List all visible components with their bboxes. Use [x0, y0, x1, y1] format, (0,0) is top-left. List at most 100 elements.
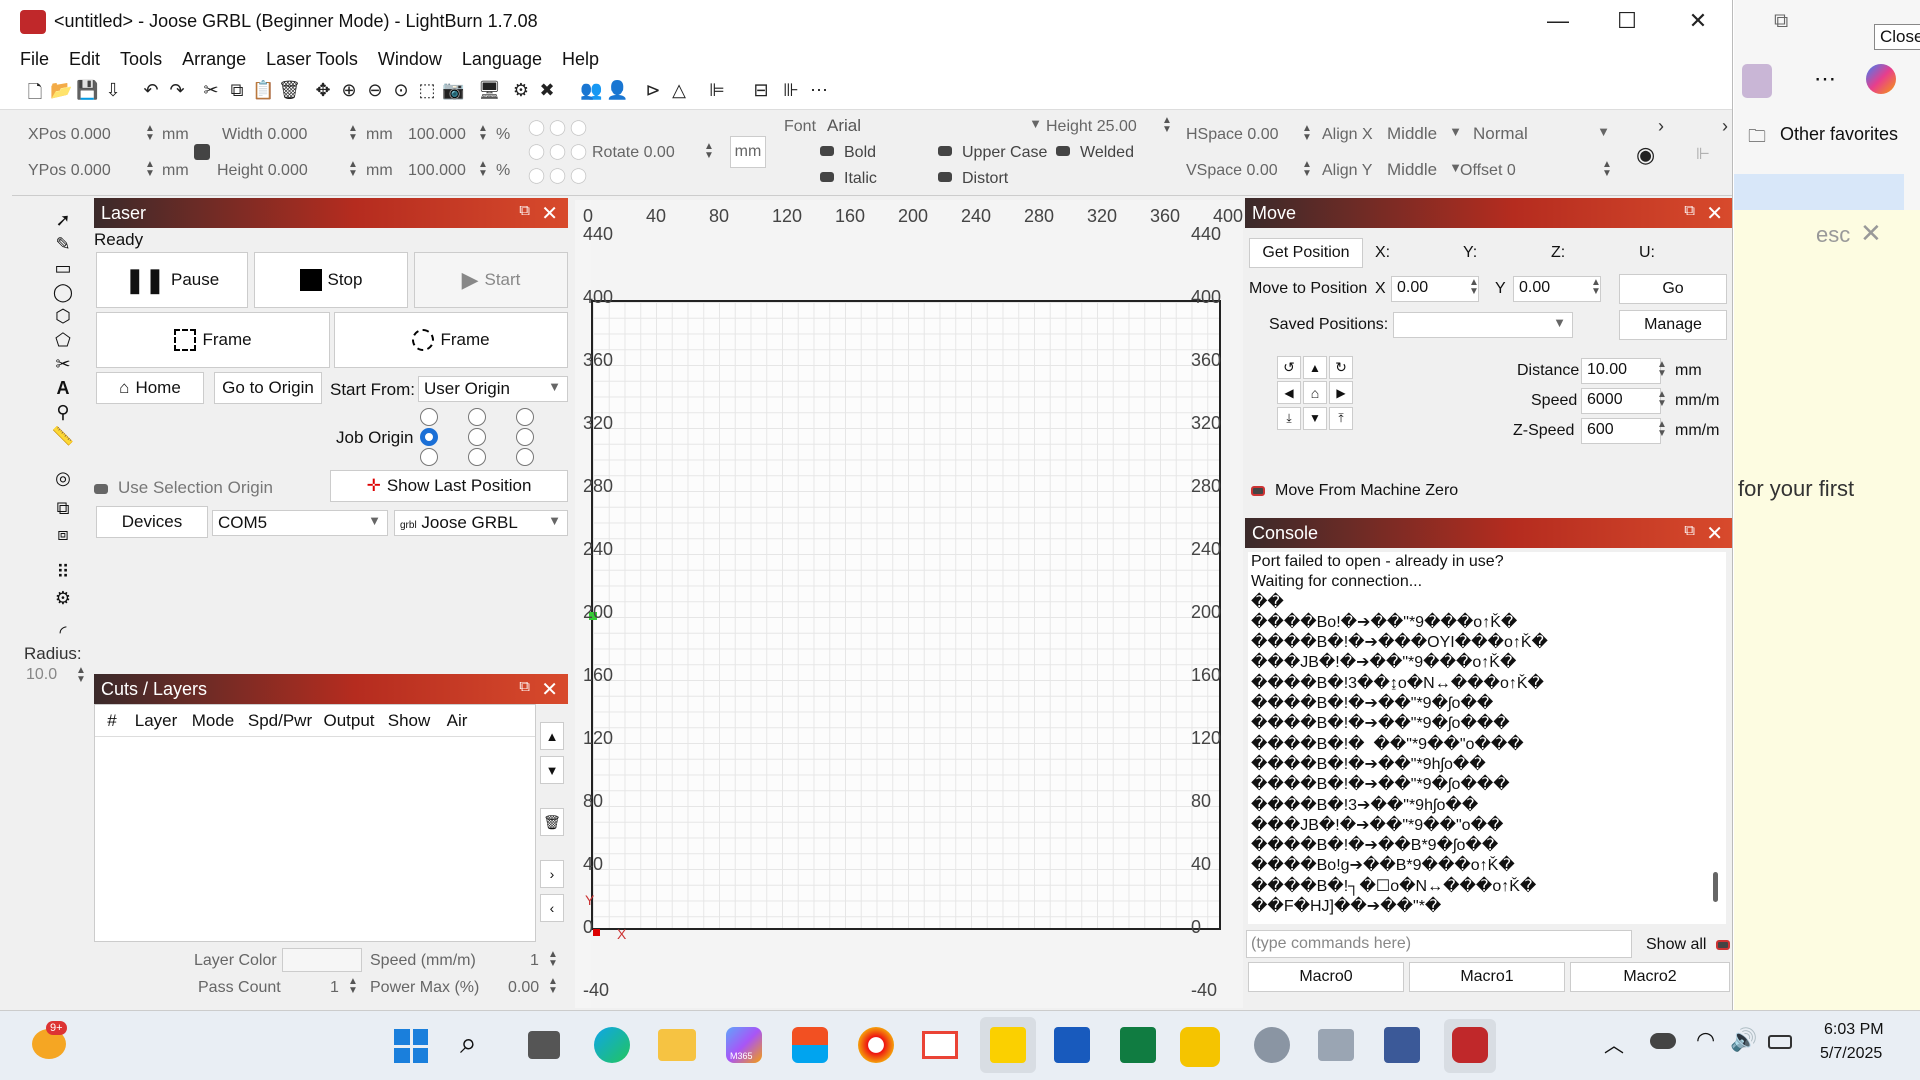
- undo-icon[interactable]: ↶: [140, 80, 162, 104]
- col-header[interactable]: Mode: [183, 711, 243, 731]
- italic-toggle-icon[interactable]: [820, 172, 834, 182]
- pause-button[interactable]: ❚❚ Pause: [96, 252, 248, 308]
- pass-count-value[interactable]: 1: [330, 979, 339, 997]
- start-button[interactable]: ▶ Start: [414, 252, 568, 308]
- mirror-h-icon[interactable]: ⊳: [642, 80, 664, 104]
- origin-radio-mc[interactable]: [468, 428, 486, 446]
- start-icon[interactable]: [394, 1029, 428, 1063]
- align-x-select[interactable]: Middle ▼: [1382, 122, 1468, 146]
- boolean-icon[interactable]: ⧈: [50, 524, 76, 546]
- file-explorer-icon[interactable]: [658, 1029, 696, 1061]
- menu-file[interactable]: File: [0, 44, 59, 76]
- console-input[interactable]: (type commands here): [1246, 930, 1632, 958]
- text-mode-select[interactable]: Normal ▼: [1468, 122, 1616, 146]
- close-icon[interactable]: ✕: [541, 201, 558, 226]
- jog-home-icon[interactable]: ⌂: [1303, 381, 1327, 405]
- col-header[interactable]: Air: [437, 711, 477, 731]
- jog-down-icon[interactable]: ▼: [1303, 406, 1327, 430]
- power-max-value[interactable]: 0.00: [508, 979, 539, 997]
- origin-radio-bc[interactable]: [468, 448, 486, 466]
- macro1-button[interactable]: Macro1: [1409, 962, 1565, 992]
- expand-layer-icon[interactable]: ›: [540, 860, 564, 888]
- zoom-in-icon[interactable]: ⊕: [338, 80, 360, 104]
- profile-avatar[interactable]: [1742, 64, 1772, 98]
- menu-laser-tools[interactable]: Laser Tools: [256, 44, 368, 76]
- uppercase-toggle-icon[interactable]: [938, 146, 952, 156]
- hspace-field[interactable]: HSpace 0.00: [1186, 126, 1279, 144]
- import-icon[interactable]: ⇩: [102, 80, 124, 104]
- menu-edit[interactable]: Edit: [59, 44, 110, 76]
- menu-tools[interactable]: Tools: [110, 44, 172, 76]
- show-all-toggle[interactable]: [1716, 940, 1730, 950]
- xpos-field[interactable]: XPos 0.000: [28, 126, 111, 144]
- distance-field[interactable]: 10.00: [1581, 358, 1661, 384]
- origin-radio-tr[interactable]: [516, 408, 534, 426]
- polygon-tool-icon[interactable]: ⬡: [50, 306, 76, 328]
- mirror-v-icon[interactable]: △: [668, 80, 690, 104]
- jog-up-icon[interactable]: ▲: [1303, 356, 1327, 379]
- ypos-field[interactable]: YPos 0.000: [28, 162, 111, 180]
- dock-icon[interactable]: ⊪: [780, 80, 802, 104]
- bold-toggle-icon[interactable]: [820, 146, 834, 156]
- close-button[interactable]: ✕: [1673, 8, 1723, 36]
- origin-radio-bl[interactable]: [420, 448, 438, 466]
- menu-help[interactable]: Help: [552, 44, 609, 76]
- grid-array-icon[interactable]: ⠿: [50, 562, 76, 584]
- maximize-button[interactable]: ☐: [1602, 8, 1652, 36]
- network-app-icon[interactable]: [1318, 1029, 1354, 1061]
- stop-button[interactable]: Stop: [254, 252, 408, 308]
- console-scrollbar[interactable]: [1706, 552, 1726, 924]
- use-selection-toggle[interactable]: [94, 484, 108, 494]
- new-file-icon[interactable]: 🗋: [24, 80, 46, 104]
- paste-icon[interactable]: 📋: [252, 80, 274, 104]
- close-icon[interactable]: ✕: [1706, 201, 1723, 226]
- welded-toggle-icon[interactable]: [1056, 146, 1070, 156]
- restore-icon[interactable]: ⧉: [1774, 10, 1788, 33]
- frame-circle-button[interactable]: Frame: [334, 312, 568, 368]
- width-percent[interactable]: 100.000: [408, 126, 466, 144]
- clock-date[interactable]: 5/7/2025: [1820, 1045, 1882, 1063]
- font-height-field[interactable]: Height 25.00: [1046, 118, 1137, 136]
- open-file-icon[interactable]: 📂: [50, 80, 72, 104]
- eye-icon[interactable]: ◉: [1636, 142, 1655, 168]
- go-button[interactable]: Go: [1619, 274, 1727, 304]
- zoom-out-icon[interactable]: ⊖: [364, 80, 386, 104]
- get-position-button[interactable]: Get Position: [1249, 238, 1363, 268]
- zoom-fit-icon[interactable]: ⊙: [390, 80, 412, 104]
- start-from-select[interactable]: User Origin ▼: [418, 376, 568, 402]
- col-header[interactable]: Output: [317, 711, 381, 731]
- distort-toggle-icon[interactable]: [938, 172, 952, 182]
- float-icon[interactable]: ⧉: [1684, 522, 1695, 539]
- vspace-field[interactable]: VSpace 0.00: [1186, 162, 1278, 180]
- height-percent[interactable]: 100.000: [408, 162, 466, 180]
- distribute-icon[interactable]: ⊟: [750, 80, 772, 104]
- save-icon[interactable]: 💾: [76, 80, 98, 104]
- rotate-cw-icon[interactable]: ↻: [1329, 356, 1353, 379]
- popup-close-icon[interactable]: ✕: [1860, 218, 1882, 249]
- move-layer-up-icon[interactable]: ▲: [540, 722, 564, 750]
- move-icon[interactable]: ✥: [312, 80, 334, 104]
- select-tool-icon[interactable]: ➚: [50, 210, 76, 232]
- volume-icon[interactable]: 🔊: [1730, 1027, 1757, 1053]
- width-field[interactable]: Width 0.000: [222, 126, 307, 144]
- close-icon[interactable]: ✕: [1706, 521, 1723, 546]
- zoom-selection-icon[interactable]: ⬚: [416, 80, 438, 104]
- radius-field[interactable]: 10.0: [26, 666, 57, 684]
- bed-area[interactable]: [591, 300, 1221, 930]
- show-last-position-button[interactable]: ✛ Show Last Position: [330, 470, 568, 502]
- pentagon-tool-icon[interactable]: ⬠: [50, 330, 76, 352]
- origin-radio-mr[interactable]: [516, 428, 534, 446]
- menu-arrange[interactable]: Arrange: [172, 44, 256, 76]
- offset-field[interactable]: Offset 0: [1460, 162, 1516, 180]
- float-icon[interactable]: ⧉: [519, 678, 530, 695]
- redo-icon[interactable]: ↷: [166, 80, 188, 104]
- settings-icon[interactable]: ⚙: [510, 80, 532, 104]
- move-x-field[interactable]: 0.00: [1391, 276, 1479, 302]
- copy-along-path-icon[interactable]: ⧉: [50, 498, 76, 520]
- camera-icon[interactable]: 📷: [442, 80, 464, 104]
- devices-button[interactable]: Devices: [96, 506, 208, 538]
- group-icon[interactable]: 👥: [580, 80, 602, 104]
- delete-icon[interactable]: 🗑: [278, 80, 301, 104]
- rectangle-tool-icon[interactable]: ▭: [50, 258, 76, 280]
- workspace-canvas[interactable]: X Y 0 40 80 120 160 200 240 280 320 360 400 440 440…: [575, 200, 1243, 1008]
